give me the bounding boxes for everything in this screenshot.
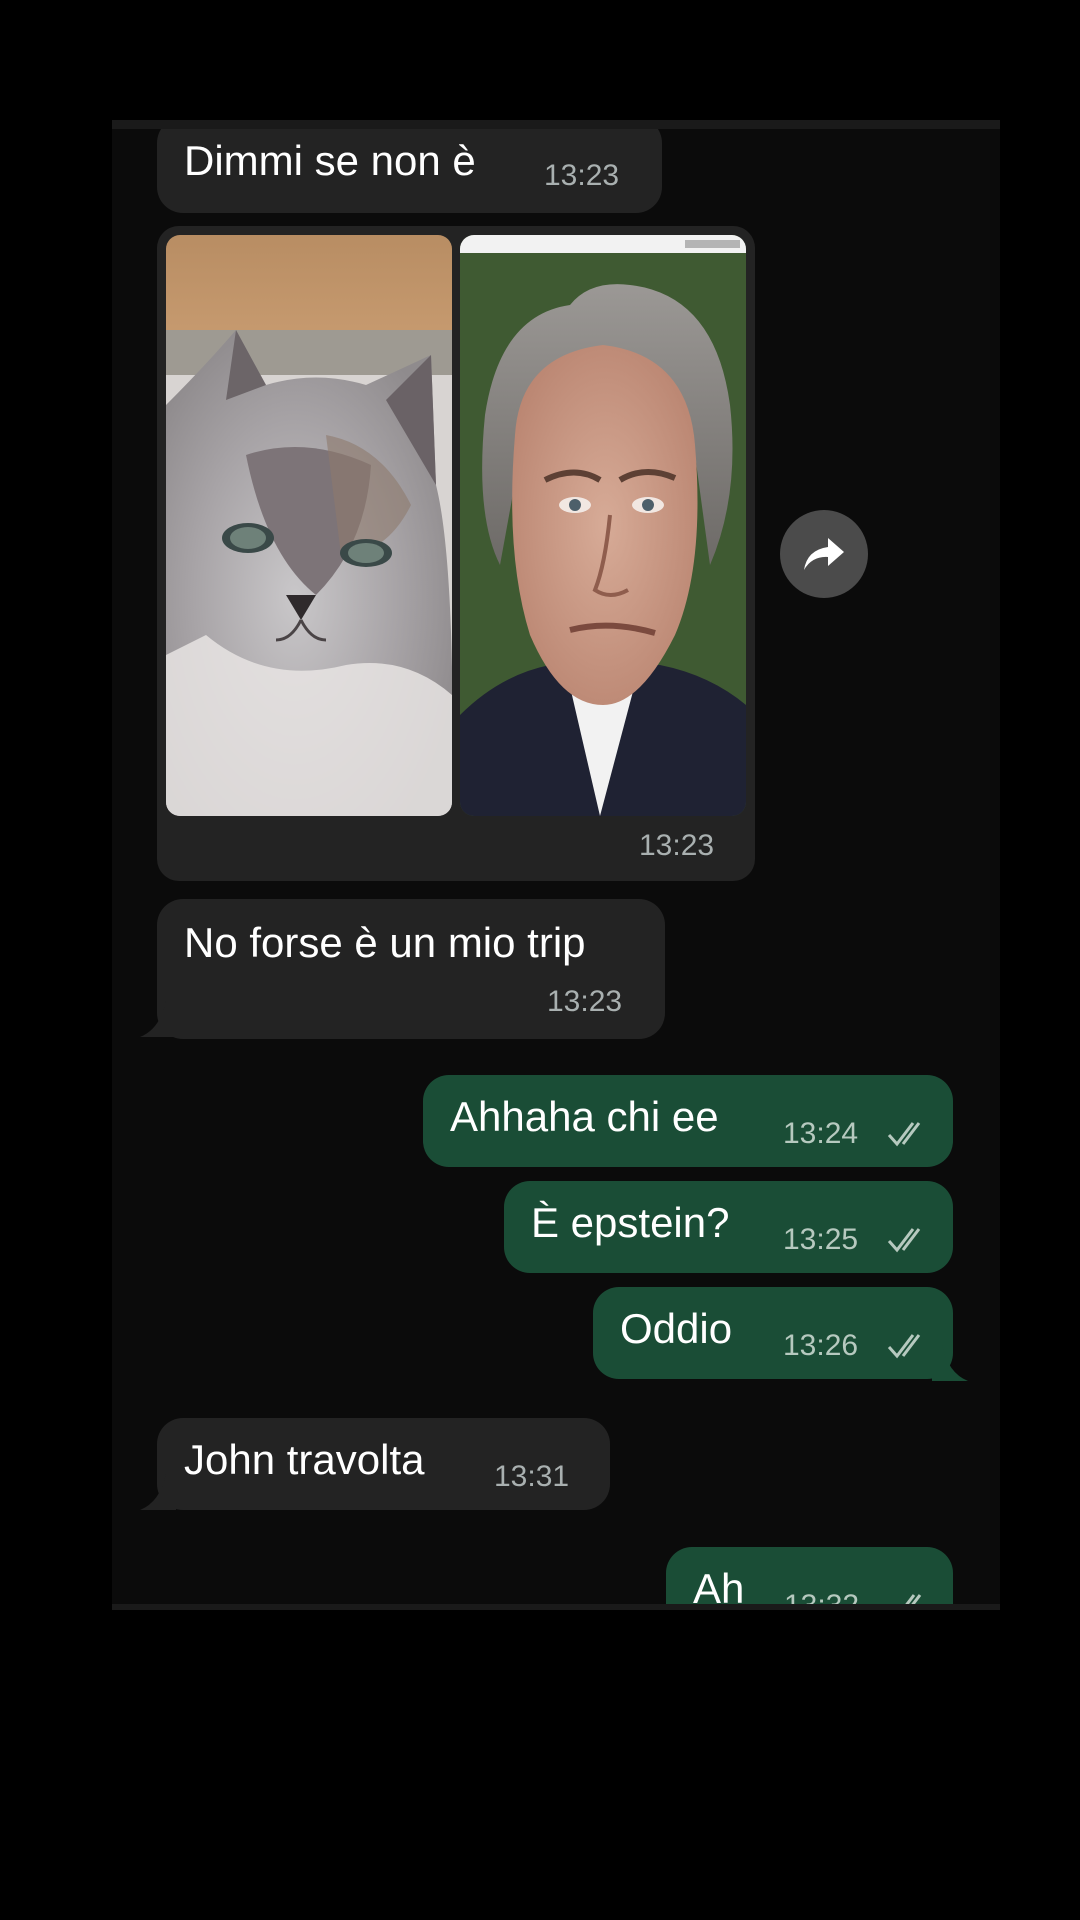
bubble-tail — [932, 1345, 968, 1381]
double-check-icon — [887, 1122, 921, 1147]
double-check-icon — [887, 1334, 921, 1359]
message-bubble-incoming[interactable]: Dimmi se non è 13:23 — [157, 129, 662, 213]
man-portrait[interactable] — [460, 235, 746, 816]
message-text: No forse è un mio trip — [184, 919, 586, 966]
message-bubble-incoming[interactable]: No forse è un mio trip 13:23 — [157, 899, 665, 1039]
cat-photo[interactable] — [166, 235, 452, 816]
message-text: Oddio — [620, 1305, 733, 1352]
message-time: 13:26 — [783, 1329, 859, 1362]
bubble-tail — [140, 1001, 176, 1037]
message-bubble-outgoing[interactable]: Oddio 13:26 — [593, 1287, 953, 1379]
message-bubble-outgoing[interactable]: È epstein? 13:25 — [504, 1181, 953, 1273]
message-text: John travolta — [184, 1436, 425, 1483]
message-time: 13:23 — [547, 985, 623, 1018]
message-time: 13:31 — [494, 1460, 570, 1493]
message-time: 13:23 — [544, 159, 620, 192]
forward-button[interactable] — [780, 510, 868, 598]
message-time: 13:32 — [784, 1589, 860, 1610]
chat-thread[interactable]: Dimmi se non è 13:23 13:23 No forse è un… — [112, 120, 1000, 1610]
message-text: Ah — [693, 1565, 745, 1610]
message-time: 13:24 — [783, 1117, 859, 1150]
message-text: Ahhaha chi ee — [450, 1093, 719, 1140]
message-bubble-incoming[interactable]: John travolta 13:31 — [157, 1418, 610, 1510]
message-time: 13:23 — [639, 829, 715, 862]
double-check-icon — [905, 1594, 922, 1604]
message-time: 13:25 — [783, 1223, 859, 1256]
message-text: Dimmi se non è — [184, 137, 476, 184]
double-check-icon — [887, 1228, 921, 1253]
forward-arrow-icon — [804, 538, 844, 570]
message-bubble-outgoing[interactable]: Ah 13:32 — [666, 1547, 953, 1610]
message-text: È epstein? — [531, 1199, 730, 1246]
message-bubble-outgoing[interactable]: Ahhaha chi ee 13:24 — [423, 1075, 953, 1167]
bubble-tail — [140, 1474, 176, 1510]
media-message-bubble[interactable]: 13:23 — [157, 226, 755, 881]
